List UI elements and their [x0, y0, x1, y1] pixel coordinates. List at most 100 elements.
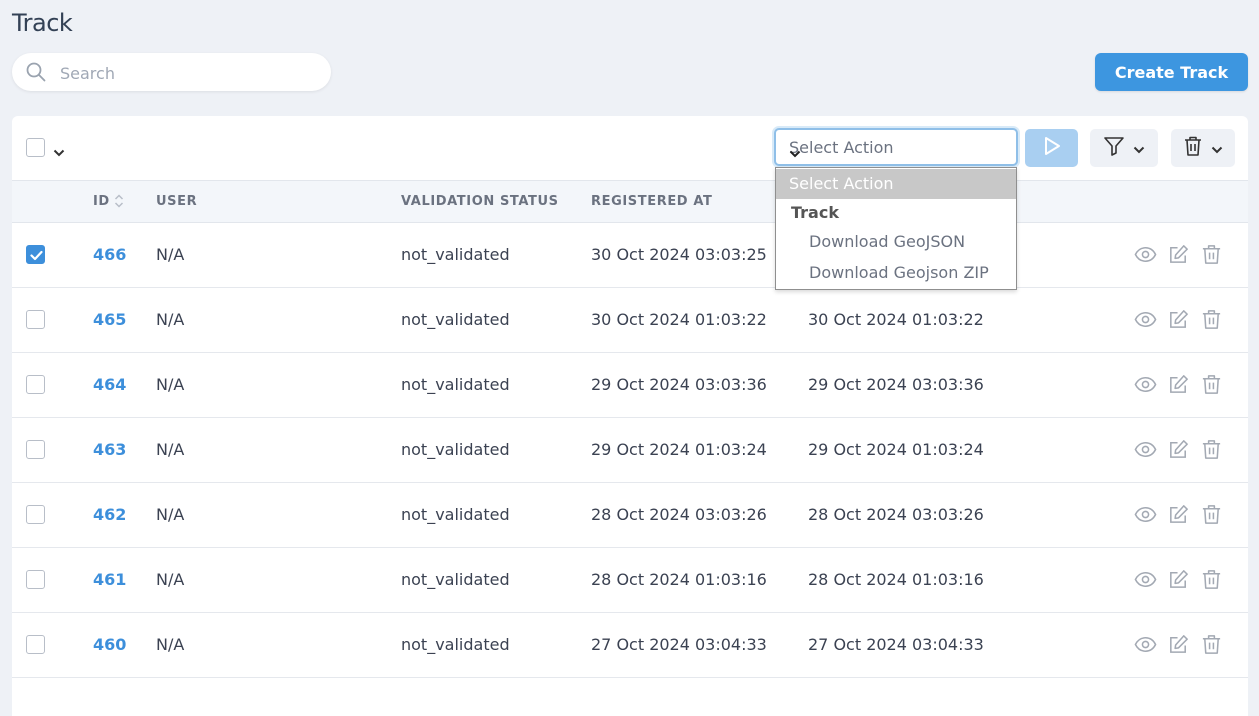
row-user: N/A	[156, 440, 185, 459]
column-header-validation-status: VALIDATION STATUS	[401, 194, 559, 209]
create-track-button[interactable]: Create Track	[1095, 53, 1248, 91]
row-user: N/A	[156, 635, 185, 654]
row-actions	[1134, 503, 1223, 526]
row-user: N/A	[156, 245, 185, 264]
row-actions	[1134, 373, 1223, 396]
delete-trash-icon[interactable]	[1200, 503, 1223, 526]
table-header: ID USER VALIDATION STATUS REGISTERED AT	[12, 180, 1248, 223]
row-checkbox[interactable]	[26, 570, 45, 589]
filter-button[interactable]	[1090, 129, 1158, 167]
row-updated-at: 28 Oct 2024 03:03:26	[808, 505, 984, 524]
edit-icon[interactable]	[1167, 438, 1190, 461]
edit-icon[interactable]	[1167, 503, 1190, 526]
edit-icon[interactable]	[1167, 633, 1190, 656]
row-updated-at: 30 Oct 2024 01:03:22	[808, 310, 984, 329]
page-title: Track	[12, 9, 73, 37]
row-validation-status: not_validated	[401, 635, 510, 654]
column-header-user: USER	[156, 194, 198, 209]
row-actions	[1134, 243, 1223, 266]
delete-trash-icon[interactable]	[1200, 568, 1223, 591]
dropdown-option-download-geojson[interactable]: Download GeoJSON	[776, 232, 1016, 251]
row-validation-status: not_validated	[401, 570, 510, 589]
track-table-card: Select Action ID USER VALIDATION STATUS …	[12, 116, 1248, 716]
row-checkbox[interactable]	[26, 310, 45, 329]
select-all-checkbox[interactable]	[26, 138, 45, 157]
dropdown-option-download-geojson-zip[interactable]: Download Geojson ZIP	[776, 263, 1016, 282]
row-actions	[1134, 568, 1223, 591]
row-user: N/A	[156, 310, 185, 329]
row-updated-at: 29 Oct 2024 03:03:36	[808, 375, 984, 394]
delete-trash-icon[interactable]	[1200, 308, 1223, 331]
search-icon	[26, 62, 46, 86]
view-eye-icon[interactable]	[1134, 373, 1157, 396]
row-updated-at: 29 Oct 2024 01:03:24	[808, 440, 984, 459]
table-row: 463 N/A not_validated 29 Oct 2024 01:03:24 2…	[12, 418, 1248, 483]
row-updated-at: 27 Oct 2024 03:04:33	[808, 635, 984, 654]
edit-icon[interactable]	[1167, 243, 1190, 266]
table-row: 466 N/A not_validated 30 Oct 2024 03:03:25	[12, 223, 1248, 288]
row-checkbox[interactable]	[26, 440, 45, 459]
row-id-link[interactable]: 464	[93, 375, 126, 394]
run-action-button[interactable]	[1025, 129, 1078, 167]
chevron-down-icon	[789, 143, 1006, 162]
row-checkbox[interactable]	[26, 375, 45, 394]
delete-trash-icon[interactable]	[1200, 438, 1223, 461]
view-eye-icon[interactable]	[1134, 568, 1157, 591]
dropdown-group-label: Track	[791, 203, 839, 222]
row-id-link[interactable]: 460	[93, 635, 126, 654]
table-row: 462 N/A not_validated 28 Oct 2024 03:03:26 2…	[12, 483, 1248, 548]
row-validation-status: not_validated	[401, 440, 510, 459]
view-eye-icon[interactable]	[1134, 308, 1157, 331]
chevron-down-icon[interactable]	[53, 142, 65, 161]
row-validation-status: not_validated	[401, 505, 510, 524]
table-row: 460 N/A not_validated 27 Oct 2024 03:04:33 2…	[12, 613, 1248, 678]
select-action-menu: Select Action Track Download GeoJSON Dow…	[775, 167, 1017, 290]
row-registered-at: 27 Oct 2024 03:04:33	[591, 635, 767, 654]
play-icon	[1043, 136, 1061, 160]
sort-icon[interactable]	[114, 193, 124, 213]
row-registered-at: 29 Oct 2024 03:03:36	[591, 375, 767, 394]
chevron-down-icon	[1211, 139, 1223, 158]
row-updated-at: 28 Oct 2024 01:03:16	[808, 570, 984, 589]
table-row: 461 N/A not_validated 28 Oct 2024 01:03:16 2…	[12, 548, 1248, 613]
row-user: N/A	[156, 570, 185, 589]
chevron-down-icon	[1133, 139, 1145, 158]
row-checkbox[interactable]	[26, 245, 45, 264]
row-actions	[1134, 633, 1223, 656]
row-id-link[interactable]: 466	[93, 245, 126, 264]
row-id-link[interactable]: 462	[93, 505, 126, 524]
column-header-registered-at: REGISTERED AT	[591, 194, 713, 209]
view-eye-icon[interactable]	[1134, 438, 1157, 461]
column-header-id[interactable]: ID	[93, 194, 110, 209]
row-checkbox[interactable]	[26, 505, 45, 524]
row-id-link[interactable]: 461	[93, 570, 126, 589]
view-eye-icon[interactable]	[1134, 243, 1157, 266]
delete-trash-icon[interactable]	[1200, 633, 1223, 656]
edit-icon[interactable]	[1167, 568, 1190, 591]
row-validation-status: not_validated	[401, 245, 510, 264]
bulk-delete-button[interactable]	[1171, 129, 1235, 167]
trash-icon	[1183, 135, 1203, 161]
view-eye-icon[interactable]	[1134, 633, 1157, 656]
delete-trash-icon[interactable]	[1200, 243, 1223, 266]
search-input[interactable]	[58, 53, 322, 93]
search-bar[interactable]	[12, 53, 331, 93]
delete-trash-icon[interactable]	[1200, 373, 1223, 396]
edit-icon[interactable]	[1167, 308, 1190, 331]
view-eye-icon[interactable]	[1134, 503, 1157, 526]
table-row: 465 N/A not_validated 30 Oct 2024 01:03:22 3…	[12, 288, 1248, 353]
row-checkbox[interactable]	[26, 635, 45, 654]
table-row: 464 N/A not_validated 29 Oct 2024 03:03:36 2…	[12, 353, 1248, 418]
select-action-dropdown[interactable]: Select Action	[774, 128, 1018, 166]
row-validation-status: not_validated	[401, 310, 510, 329]
filter-icon	[1103, 136, 1125, 160]
row-actions	[1134, 438, 1223, 461]
row-actions	[1134, 308, 1223, 331]
row-id-link[interactable]: 465	[93, 310, 126, 329]
edit-icon[interactable]	[1167, 373, 1190, 396]
row-registered-at: 30 Oct 2024 01:03:22	[591, 310, 767, 329]
table-toolbar: Select Action	[12, 116, 1248, 180]
row-id-link[interactable]: 463	[93, 440, 126, 459]
row-user: N/A	[156, 375, 185, 394]
dropdown-option-select-action[interactable]: Select Action	[776, 169, 1016, 199]
